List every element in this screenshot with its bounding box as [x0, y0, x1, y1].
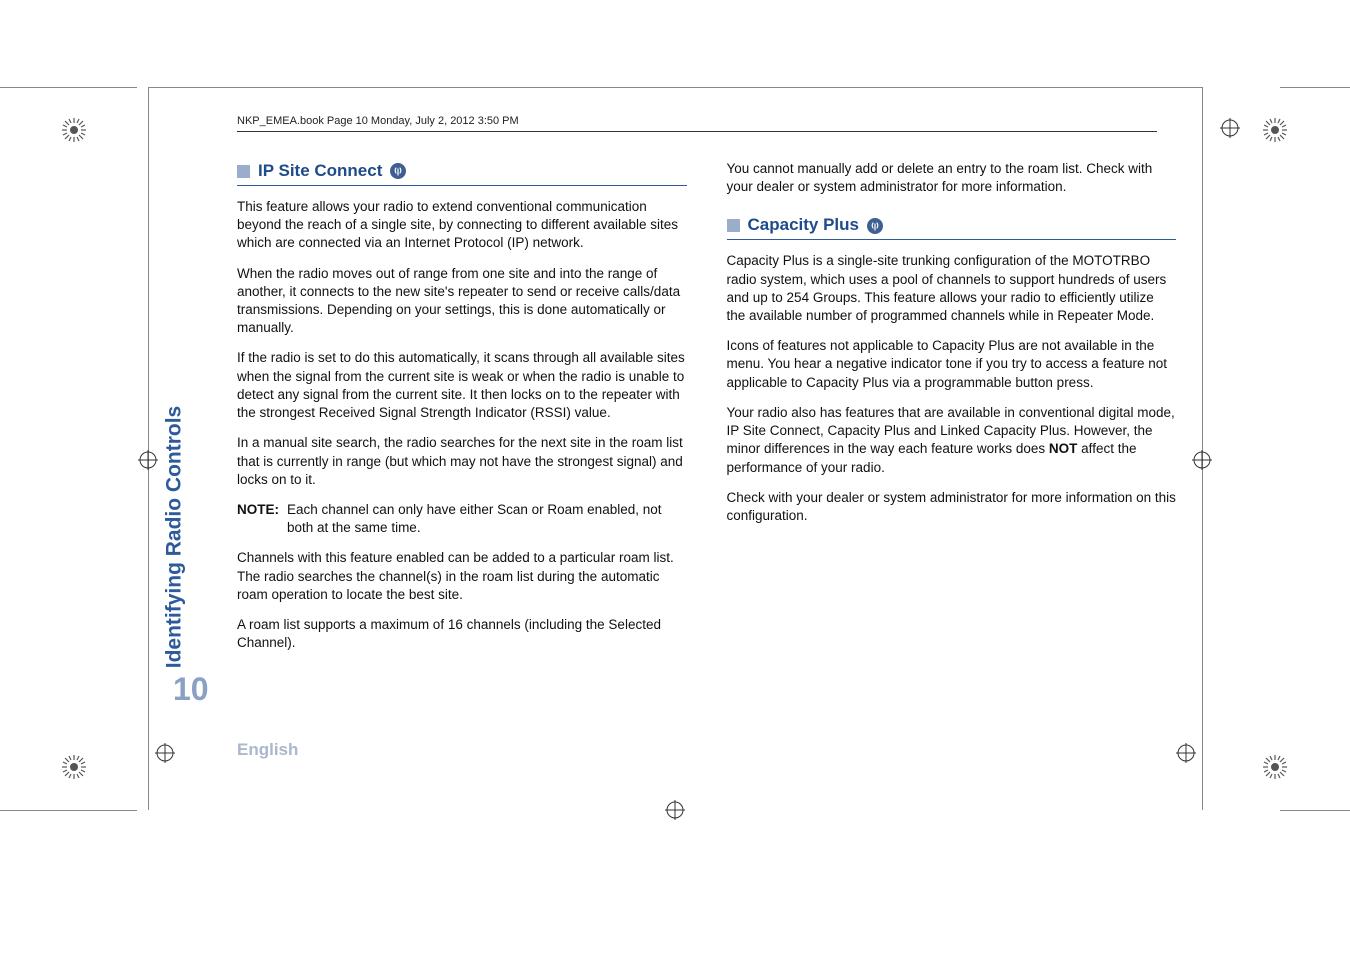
- header-rule: [237, 131, 1157, 132]
- heading-bullet-icon: [727, 219, 740, 232]
- body-text: A roam list supports a maximum of 16 cha…: [237, 616, 687, 652]
- body-text: Icons of features not applicable to Capa…: [727, 337, 1177, 392]
- sunburst-icon: [62, 118, 86, 142]
- heading-rule: [727, 239, 1177, 240]
- body-text: You cannot manually add or delete an ent…: [727, 160, 1177, 196]
- antenna-badge-icon: [867, 218, 883, 234]
- sunburst-icon: [1263, 118, 1287, 142]
- register-mark-icon: [1220, 118, 1240, 138]
- register-mark-icon: [155, 743, 175, 763]
- register-mark-icon: [1192, 450, 1212, 470]
- body-text: In a manual site search, the radio searc…: [237, 434, 687, 489]
- note-text: Each channel can only have either Scan o…: [287, 501, 687, 537]
- body-text: This feature allows your radio to extend…: [237, 198, 687, 253]
- column-left: IP Site Connect This feature allows your…: [237, 160, 687, 665]
- side-label-text: Identifying Radio Controls: [162, 406, 186, 669]
- running-header: NKP_EMEA.book Page 10 Monday, July 2, 20…: [237, 115, 1176, 127]
- antenna-badge-icon: [390, 163, 406, 179]
- language-label: English: [237, 740, 298, 760]
- heading-title: Capacity Plus: [748, 214, 860, 237]
- heading-capacity-plus: Capacity Plus: [727, 214, 1177, 237]
- heading-title: IP Site Connect: [258, 160, 382, 183]
- body-text: Channels with this feature enabled can b…: [237, 549, 687, 604]
- body-text: Your radio also has features that are av…: [727, 404, 1177, 477]
- heading-bullet-icon: [237, 165, 250, 178]
- body-text: When the radio moves out of range from o…: [237, 265, 687, 338]
- side-label: Identifying Radio Controls: [173, 375, 203, 695]
- heading-rule: [237, 185, 687, 186]
- sunburst-icon: [62, 755, 86, 779]
- sunburst-icon: [1263, 755, 1287, 779]
- body-text: If the radio is set to do this automatic…: [237, 349, 687, 422]
- page-number: 10: [173, 671, 209, 708]
- page-content: NKP_EMEA.book Page 10 Monday, July 2, 20…: [173, 115, 1176, 805]
- body-text: Check with your dealer or system adminis…: [727, 489, 1177, 525]
- register-mark-icon: [138, 450, 158, 470]
- note-label: NOTE:: [237, 501, 279, 537]
- heading-ip-site-connect: IP Site Connect: [237, 160, 687, 183]
- column-right: You cannot manually add or delete an ent…: [727, 160, 1177, 665]
- register-mark-icon: [1176, 743, 1196, 763]
- body-text: Capacity Plus is a single-site trunking …: [727, 252, 1177, 325]
- note-block: NOTE: Each channel can only have either …: [237, 501, 687, 537]
